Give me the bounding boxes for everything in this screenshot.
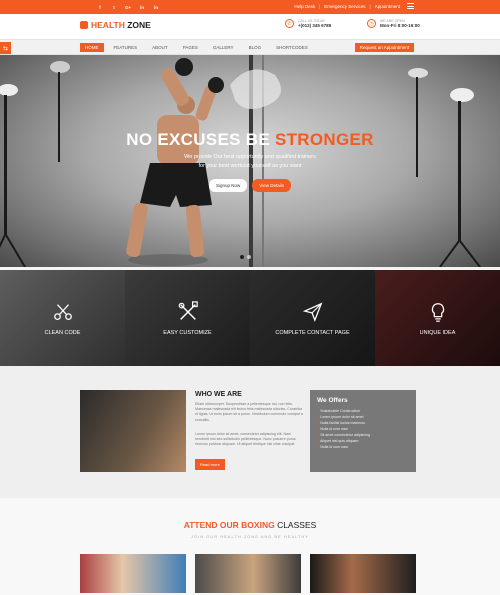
classes-title: ATTEND OUR BOXING CLASSES: [183, 520, 317, 530]
feature-label: COMPLETE CONTACT PAGE: [275, 329, 350, 336]
logo-text: HEALTH ZONE: [91, 20, 151, 30]
main-nav: ⇆ HOME FEATURES ABOUT PAGES GALLERY BLOG…: [0, 39, 500, 55]
logo-icon: [80, 21, 88, 29]
offers-list: Sustainable Construction Lorem ipsum dol…: [318, 409, 416, 450]
feature-contact-page[interactable]: COMPLETE CONTACT PAGE: [250, 270, 375, 366]
nav-items: HOME FEATURES ABOUT PAGES GALLERY BLOG S…: [80, 43, 313, 52]
class-image[interactable]: [195, 554, 301, 593]
hero-buttons: Signup Now View Details: [0, 179, 500, 192]
paper-plane-icon: [302, 302, 322, 322]
slider-dot[interactable]: [240, 255, 244, 259]
clock-icon: ◷: [367, 19, 376, 28]
class-image[interactable]: [310, 554, 416, 593]
hero-subtitle: We provide Our best opportunity and qual…: [184, 154, 316, 160]
signup-button[interactable]: Signup Now: [209, 179, 248, 192]
phone-icon: ✆: [285, 19, 294, 28]
hero-subtitle-2: for your best workout yourself as you wa…: [198, 163, 302, 169]
about-title: WHO WE ARE: [195, 391, 242, 398]
top-links: Help Desk | Emergency Services | Appoint…: [294, 4, 400, 9]
feature-clean-code[interactable]: CLEAN CODE: [0, 270, 125, 366]
facebook-icon[interactable]: f: [96, 3, 104, 11]
link-separator: |: [319, 4, 321, 9]
nav-pages[interactable]: PAGES: [178, 43, 203, 52]
call-info: ✆ CALL US TODAY +(012) 345 6789: [285, 19, 331, 28]
link-separator: |: [369, 4, 371, 9]
open-hours: Mon-Fri 8:00-16:00: [380, 23, 420, 28]
read-more-button[interactable]: Read more: [195, 459, 225, 470]
instagram-icon[interactable]: in: [138, 3, 146, 11]
help-desk-link[interactable]: Help Desk: [294, 4, 315, 9]
offers-panel: We Offers Sustainable Construction Lorem…: [310, 390, 416, 472]
twitter-icon[interactable]: t: [110, 3, 118, 11]
nav-shortcodes[interactable]: SHORTCODES: [271, 43, 313, 52]
classes-subtitle: JOIN OUR HEALTH ZONE AND BE HEALTHY: [191, 534, 309, 539]
feature-label: EASY CUSTOMIZE: [163, 329, 212, 336]
logo[interactable]: HEALTH ZONE: [80, 20, 151, 30]
hero-slider: NO EXCUSES BE STRONGER We provide Our be…: [0, 55, 500, 267]
offers-title: We Offers: [317, 397, 348, 404]
linkedin-icon[interactable]: in: [152, 3, 160, 11]
nav-home[interactable]: HOME: [80, 43, 104, 52]
call-number: +(012) 345 6789: [298, 23, 332, 28]
hero-scene: [0, 55, 481, 267]
about-paragraph: Etiam ullamcorper. Suspendisse a pellent…: [195, 402, 303, 422]
header: HEALTH ZONE ✆ CALL US TODAY +(012) 345 6…: [0, 14, 500, 39]
social-links: f t G+ in in: [96, 3, 160, 11]
nav-about[interactable]: ABOUT: [147, 43, 173, 52]
feature-label: UNIQUE IDEA: [419, 329, 456, 336]
tools-icon: [178, 300, 198, 320]
open-info: ◷ WE ARE OPEN Mon-Fri 8:00-16:00: [367, 19, 420, 28]
appointment-link[interactable]: Appointment: [375, 4, 400, 9]
slider-dot[interactable]: [247, 255, 251, 259]
classes-section: ATTEND OUR BOXING CLASSES JOIN OUR HEALT…: [0, 498, 500, 595]
lightbulb-icon: [431, 302, 444, 322]
feature-label: CLEAN CODE: [44, 329, 81, 336]
class-image[interactable]: [80, 554, 186, 593]
nav-features[interactable]: FEATURES: [109, 43, 143, 52]
hero-title: NO EXCUSES BE STRONGER: [126, 130, 374, 149]
scissors-icon: [53, 303, 72, 320]
offer-item: Nulla id cum nam: [318, 445, 416, 451]
features-strip: CLEAN CODE EASY CUSTOMIZE COMPLETE CONTA…: [0, 270, 500, 366]
appointment-button[interactable]: Request an Appointment: [354, 43, 414, 52]
about-section: WHO WE ARE Etiam ullamcorper. Suspendiss…: [0, 366, 500, 498]
slider-dots: [240, 255, 251, 259]
emergency-link[interactable]: Emergency Services: [324, 4, 365, 9]
menu-icon[interactable]: [407, 3, 414, 11]
settings-toggle-icon[interactable]: ⇆: [0, 42, 11, 54]
nav-blog[interactable]: BLOG: [244, 43, 267, 52]
feature-unique-idea[interactable]: UNIQUE IDEA: [375, 270, 500, 366]
google-plus-icon[interactable]: G+: [124, 3, 132, 11]
about-image: [80, 390, 186, 472]
nav-gallery[interactable]: GALLERY: [208, 43, 239, 52]
feature-easy-customize[interactable]: EASY CUSTOMIZE: [125, 270, 250, 366]
about-paragraph: Lorem ipsum dolor sit amet, consectetur …: [195, 432, 296, 447]
top-bar: f t G+ in in Help Desk | Emergency Servi…: [0, 0, 500, 14]
view-details-button[interactable]: View Details: [252, 179, 291, 192]
